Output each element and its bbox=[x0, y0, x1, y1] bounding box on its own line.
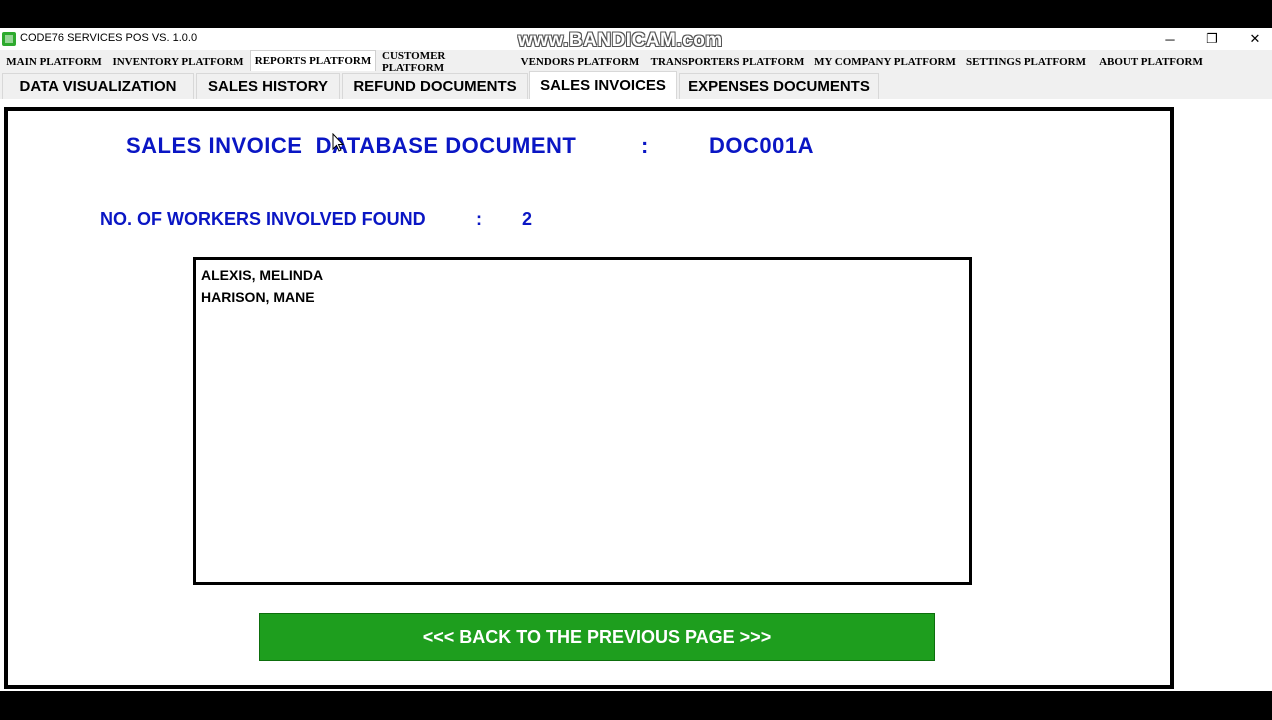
invoice-panel: SALES INVOICE DATABASE DOCUMENT : DOC001… bbox=[4, 107, 1174, 689]
workers-list[interactable]: ALEXIS, MELINDA HARISON, MANE bbox=[193, 257, 972, 585]
restore-button[interactable]: ❐ bbox=[1192, 28, 1232, 50]
workers-count-value: 2 bbox=[522, 209, 533, 229]
app-window: CODE76 SERVICES POS VS. 1.0.0 www.BANDIC… bbox=[0, 28, 1272, 691]
tab-content: SALES INVOICE DATABASE DOCUMENT : DOC001… bbox=[0, 99, 1272, 691]
document-separator: : bbox=[641, 133, 649, 158]
app-logo-icon bbox=[2, 32, 16, 46]
tab-expenses-documents[interactable]: EXPENSES DOCUMENTS bbox=[679, 73, 879, 99]
workers-count-label: NO. OF WORKERS INVOLVED FOUND bbox=[100, 209, 426, 229]
tab-transporters-platform[interactable]: TRANSPORTERS PLATFORM bbox=[650, 53, 805, 71]
tab-about-platform[interactable]: ABOUT PLATFORM bbox=[1097, 53, 1205, 71]
tab-my-company-platform[interactable]: MY COMPANY PLATFORM bbox=[814, 53, 956, 71]
tab-customer-platform[interactable]: CUSTOMER PLATFORM bbox=[382, 50, 510, 74]
tab-vendors-platform[interactable]: VENDORS PLATFORM bbox=[520, 53, 640, 71]
report-tab-bar: DATA VISUALIZATION SALES HISTORY REFUND … bbox=[0, 71, 1272, 99]
tab-sales-invoices[interactable]: SALES INVOICES bbox=[529, 71, 677, 99]
minimize-button[interactable]: ─ bbox=[1150, 28, 1190, 50]
workers-separator: : bbox=[476, 209, 482, 229]
document-code: DOC001A bbox=[709, 133, 814, 158]
document-label: SALES INVOICE DATABASE DOCUMENT bbox=[126, 133, 577, 158]
tab-reports-platform[interactable]: REPORTS PLATFORM bbox=[250, 50, 376, 71]
tab-sales-history[interactable]: SALES HISTORY bbox=[196, 73, 340, 99]
list-item[interactable]: HARISON, MANE bbox=[201, 286, 964, 308]
bandicam-watermark: www.BANDICAM.com bbox=[518, 30, 723, 51]
tab-refund-documents[interactable]: REFUND DOCUMENTS bbox=[342, 73, 528, 99]
main-tab-bar: MAIN PLATFORM INVENTORY PLATFORM REPORTS… bbox=[0, 50, 1272, 74]
close-button[interactable]: ✕ bbox=[1235, 28, 1272, 50]
tab-inventory-platform[interactable]: INVENTORY PLATFORM bbox=[112, 53, 244, 71]
tab-main-platform[interactable]: MAIN PLATFORM bbox=[4, 53, 104, 71]
list-item[interactable]: ALEXIS, MELINDA bbox=[201, 264, 964, 286]
tab-data-visualization[interactable]: DATA VISUALIZATION bbox=[2, 73, 194, 99]
title-bar: CODE76 SERVICES POS VS. 1.0.0 www.BANDIC… bbox=[0, 28, 1272, 51]
window-title: CODE76 SERVICES POS VS. 1.0.0 bbox=[20, 32, 198, 44]
back-to-previous-page-button[interactable]: <<< BACK TO THE PREVIOUS PAGE >>> bbox=[259, 613, 935, 661]
tab-settings-platform[interactable]: SETTINGS PLATFORM bbox=[965, 53, 1087, 71]
